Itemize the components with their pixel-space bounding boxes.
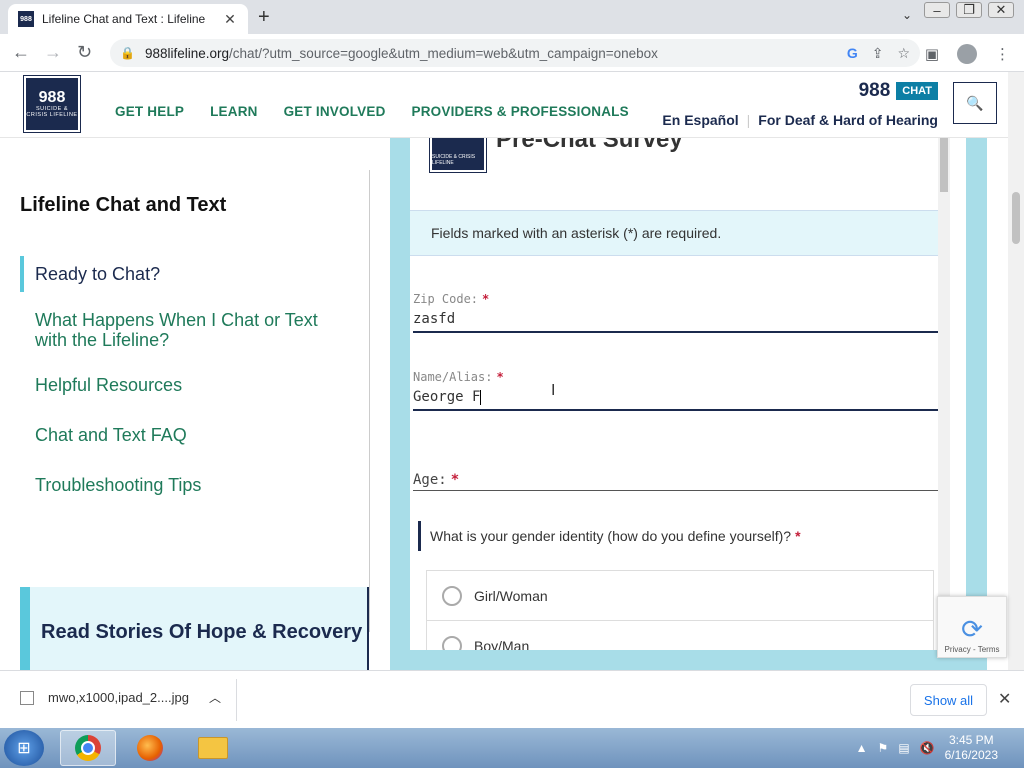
windows-start-button[interactable]: ⊞ [4,730,44,766]
text-caret [480,389,482,405]
zip-code-label: Zip Code: [413,292,479,306]
page-viewport: 988 SUICIDE & CRISIS LIFELINE GET HELP L… [0,72,1024,670]
radio-button-icon[interactable] [442,635,462,650]
survey-logo: SUICIDE & CRISIS LIFELINE [429,138,487,173]
image-file-icon [20,690,34,705]
site-favicon-icon: 988 [18,11,34,27]
tab-title: Lifeline Chat and Text : Lifeline [42,12,206,26]
forward-arrow-icon[interactable]: → [44,42,62,63]
pre-chat-survey: SUICIDE & CRISIS LIFELINE Pre-Chat Surve… [410,138,966,650]
sidebar: Lifeline Chat and Text Ready to Chat? Wh… [0,138,370,670]
age-field[interactable]: Age: * [413,472,947,491]
main-nav: GET HELP LEARN GET INVOLVED PROVIDERS & … [115,104,629,119]
sidebar-item-helpful-resources[interactable]: Helpful Resources [20,375,340,395]
espanol-link[interactable]: En Español [662,112,738,128]
minimize-icon[interactable]: – [924,2,950,18]
page-scrollbar[interactable] [1008,72,1024,670]
header-utility: 988 CHAT En Español | For Deaf & Hard of He… [662,80,938,128]
chat-badge[interactable]: CHAT [896,82,938,100]
windows-logo-icon: ⊞ [17,740,31,757]
browser-tab-strip: 988 Lifeline Chat and Text : Lifeline ✕ … [0,0,1024,34]
taskbar-explorer[interactable] [185,730,241,766]
sidebar-item-what-happens[interactable]: What Happens When I Chat or Text with th… [20,310,340,350]
firefox-icon [137,735,163,761]
downloads-bar: mwo,x1000,ipad_2....jpg ︿ Show all ✕ [0,670,1024,728]
name-alias-input[interactable]: George F [413,389,947,409]
download-filename[interactable]: mwo,x1000,ipad_2....jpg [48,690,189,705]
sidebar-item-ready-to-chat[interactable]: Ready to Chat? [20,256,340,292]
bookmark-star-icon[interactable]: ☆ [897,45,910,62]
url-text[interactable]: 988lifeline.org/chat/?utm_source=google&… [145,46,847,61]
restore-icon[interactable]: ❐ [956,2,982,18]
browser-menu-icon[interactable]: ⋮ [995,45,1010,63]
nav-get-help[interactable]: GET HELP [115,104,184,119]
survey-scrollbar[interactable] [938,138,950,650]
gender-question: What is your gender identity (how do you… [418,521,801,551]
page-scrollbar-thumb[interactable] [1012,192,1020,244]
side-panel-icon[interactable]: ▣ [925,45,939,63]
name-alias-field[interactable]: Name/Alias: * George F [413,370,947,411]
browser-tab[interactable]: 988 Lifeline Chat and Text : Lifeline ✕ [8,4,248,34]
sidebar-item-chat-text-faq[interactable]: Chat and Text FAQ [20,425,340,445]
show-all-button[interactable]: Show all [910,684,987,716]
taskbar-firefox[interactable] [122,730,178,766]
nav-learn[interactable]: LEARN [210,104,258,119]
system-tray: ▲ ⚑ ▤ 🔇 3:45 PM 6/16/2023 [856,728,1024,768]
radio-button-icon[interactable] [442,585,462,606]
folder-icon [198,737,228,759]
nav-get-involved[interactable]: GET INVOLVED [284,104,386,119]
phone-988-link[interactable]: 988 [859,80,891,102]
gender-options: Girl/Woman Boy/Man [426,570,934,650]
survey-scrollbar-thumb[interactable] [940,138,948,192]
lock-icon[interactable]: 🔒 [120,46,135,60]
share-icon[interactable]: ⇪ [872,45,884,62]
nav-providers-professionals[interactable]: PROVIDERS & PROFESSIONALS [412,104,629,119]
back-arrow-icon[interactable]: ← [12,42,30,63]
recaptcha-badge[interactable]: ⟳ Privacy - Terms [937,596,1007,658]
window-close-icon[interactable]: ✕ [988,2,1014,18]
new-tab-plus-icon[interactable]: + [258,6,270,29]
volume-muted-icon[interactable]: 🔇 [920,741,935,755]
sidebar-divider [369,170,370,632]
window-controls: – ❐ ✕ [924,2,1014,18]
reload-icon[interactable]: ↻ [77,42,92,63]
age-label: Age: [413,472,447,488]
tab-search-chevron-icon[interactable]: ⌄ [902,8,912,22]
survey-title: Pre-Chat Survey [496,138,683,153]
recaptcha-terms[interactable]: Privacy - Terms [945,645,1000,654]
deaf-hard-of-hearing-link[interactable]: For Deaf & Hard of Hearing [758,112,938,128]
stories-of-hope-link[interactable]: Read Stories Of Hope & Recovery [20,587,369,670]
name-alias-label: Name/Alias: [413,370,493,384]
i-beam-cursor-icon: I [551,382,556,399]
chat-frame: SUICIDE & CRISIS LIFELINE Pre-Chat Surve… [390,138,987,670]
browser-toolbar: ← → ↻ 🔒 988lifeline.org/chat/?utm_source… [0,34,1024,72]
taskbar: ⊞ ▲ ⚑ ▤ 🔇 3:45 PM 6/16/2023 [0,728,1024,768]
search-icon: 🔍 [966,94,984,111]
gender-option-girl-woman[interactable]: Girl/Woman [427,571,933,621]
recaptcha-icon: ⟳ [961,614,983,644]
system-clock[interactable]: 3:45 PM 6/16/2023 [945,733,998,763]
network-icon[interactable]: ▤ [898,741,909,755]
sidebar-title: Lifeline Chat and Text [20,194,227,216]
downloads-separator [236,679,237,721]
gender-option-boy-man[interactable]: Boy/Man [427,621,933,650]
taskbar-chrome[interactable] [60,730,116,766]
tray-expand-icon[interactable]: ▲ [856,741,868,755]
chevron-up-icon[interactable]: ︿ [209,689,221,706]
google-lens-icon[interactable]: G [847,45,858,62]
chrome-icon [75,735,101,761]
lifeline-logo[interactable]: 988 SUICIDE & CRISIS LIFELINE [23,75,81,133]
site-header: 988 SUICIDE & CRISIS LIFELINE GET HELP L… [0,72,1008,138]
sidebar-item-troubleshooting[interactable]: Troubleshooting Tips [20,475,340,495]
address-bar[interactable]: 🔒 988lifeline.org/chat/?utm_source=googl… [110,39,920,67]
required-fields-note: Fields marked with an asterisk (*) are r… [410,210,950,256]
zip-code-field[interactable]: Zip Code: * zasfd [413,292,947,333]
action-center-flag-icon[interactable]: ⚑ [878,741,889,755]
zip-code-input[interactable]: zasfd [413,311,947,331]
downloads-close-icon[interactable]: ✕ [998,689,1011,709]
profile-avatar-icon[interactable] [957,44,977,64]
search-button[interactable]: 🔍 [953,82,997,124]
download-item[interactable]: mwo,x1000,ipad_2....jpg ︿ [20,689,221,706]
tab-close-icon[interactable]: ✕ [222,11,238,28]
